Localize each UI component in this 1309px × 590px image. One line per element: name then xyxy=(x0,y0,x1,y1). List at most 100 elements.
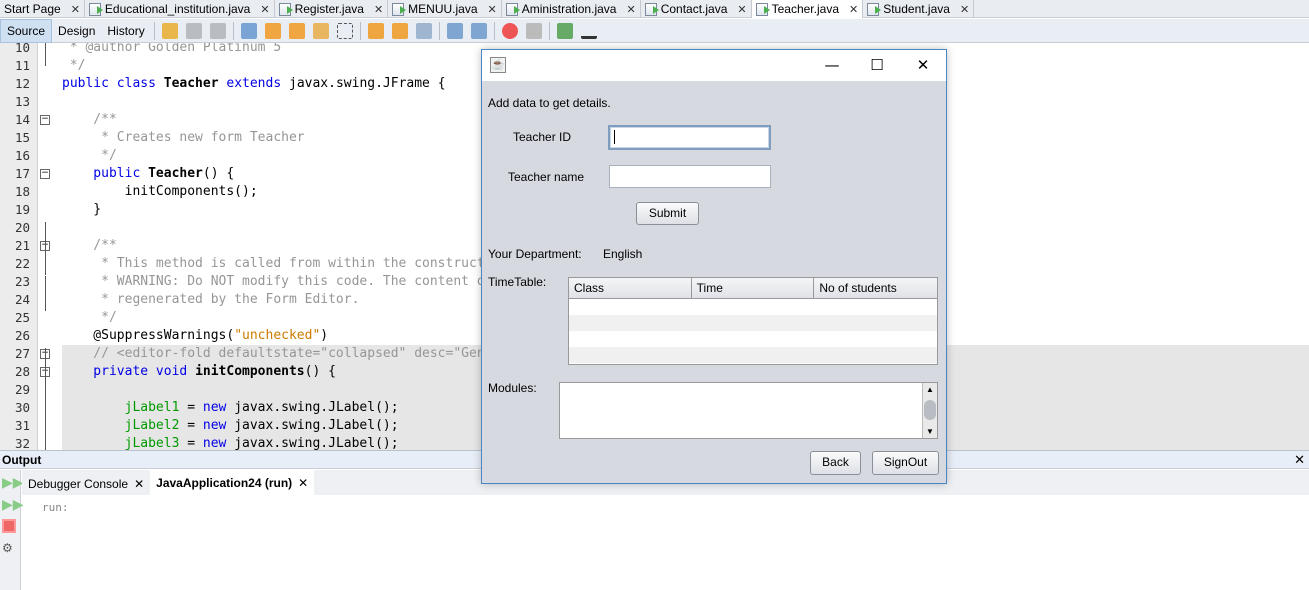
file-tab-label: Start Page xyxy=(4,2,61,16)
fold-toggle-icon[interactable]: − xyxy=(40,169,50,179)
close-icon[interactable]: ✕ xyxy=(298,476,308,490)
fold-line xyxy=(45,402,46,450)
toggle-bookmark-icon[interactable] xyxy=(415,22,432,39)
timetable-table[interactable]: Class Time No of students xyxy=(568,277,938,365)
table-row[interactable] xyxy=(569,347,937,363)
console-output: run: xyxy=(42,501,69,514)
maximize-button[interactable]: ☐ xyxy=(862,54,892,76)
scroll-down-icon[interactable]: ▼ xyxy=(926,427,934,436)
source-button[interactable]: Source xyxy=(0,18,53,43)
file-tab-label: Educational_institution.java xyxy=(104,2,251,16)
close-icon[interactable]: ✕ xyxy=(849,3,858,16)
line-number: 11 xyxy=(14,58,30,73)
code-text: private void initComponents() { xyxy=(62,364,336,379)
close-icon[interactable]: ✕ xyxy=(260,3,269,16)
file-tab[interactable]: Aministration.java ✕ xyxy=(502,0,641,18)
line-number: 32 xyxy=(14,436,30,450)
line-number: 28 xyxy=(14,364,30,379)
file-tab[interactable]: Contact.java ✕ xyxy=(641,0,752,18)
shift-left-icon[interactable] xyxy=(446,22,463,39)
modules-textarea[interactable]: ▲ ▼ xyxy=(559,382,938,439)
close-icon[interactable]: ✕ xyxy=(488,3,497,16)
table-row[interactable] xyxy=(569,331,937,347)
stop-icon[interactable] xyxy=(2,519,16,533)
close-icon[interactable]: ✕ xyxy=(374,3,383,16)
code-text: public class Teacher extends javax.swing… xyxy=(62,76,446,91)
code-text: * @author Golden Platinum 5 xyxy=(62,43,282,55)
close-icon[interactable]: ✕ xyxy=(737,3,746,16)
comment-icon[interactable] xyxy=(556,22,573,39)
column-header-class[interactable]: Class xyxy=(569,278,692,298)
find-next-icon[interactable] xyxy=(288,22,305,39)
window-titlebar: ☕ — ☐ ✕ xyxy=(482,50,946,81)
stop-macro-icon[interactable] xyxy=(525,22,542,39)
uncomment-icon[interactable] xyxy=(580,23,597,39)
close-icon[interactable]: ✕ xyxy=(134,477,144,491)
teacher-name-label: Teacher name xyxy=(508,170,585,184)
file-tab-label: Teacher.java xyxy=(771,2,839,16)
table-header: Class Time No of students xyxy=(569,278,937,299)
design-button[interactable]: Design xyxy=(52,19,101,43)
tab-label: Debugger Console xyxy=(28,477,129,491)
tab-run[interactable]: JavaApplication24 (run) ✕ xyxy=(150,470,315,495)
vertical-scrollbar[interactable]: ▲ ▼ xyxy=(922,383,937,438)
text-caret xyxy=(614,130,615,144)
column-header-students[interactable]: No of students xyxy=(814,278,937,298)
code-text: * Creates new form Teacher xyxy=(62,130,305,145)
file-tab[interactable]: Teacher.java ✕ xyxy=(751,0,864,18)
code-text: /** xyxy=(62,238,117,253)
shift-right-icon[interactable] xyxy=(470,22,487,39)
rectangular-select-icon[interactable] xyxy=(336,22,353,39)
next-bookmark-icon[interactable] xyxy=(391,22,408,39)
output-side-toolbar: ▶▶ ▶▶ ⚙ xyxy=(0,470,24,590)
java-file-icon xyxy=(644,2,659,16)
file-tab-label: Aministration.java xyxy=(521,2,617,16)
scroll-up-icon[interactable]: ▲ xyxy=(926,385,934,394)
submit-button[interactable]: Submit xyxy=(636,202,699,225)
teacher-name-input[interactable] xyxy=(609,165,771,188)
code-text: } xyxy=(62,202,102,217)
find-icon[interactable] xyxy=(240,22,257,39)
java-file-icon xyxy=(755,2,770,16)
back-icon[interactable] xyxy=(185,22,202,39)
file-tab[interactable]: Start Page ✕ xyxy=(0,0,85,18)
settings-icon[interactable]: ⚙ xyxy=(2,541,16,555)
toggle-highlight-icon[interactable] xyxy=(312,22,329,39)
signout-button[interactable]: SignOut xyxy=(872,451,939,475)
minimize-button[interactable]: — xyxy=(817,54,847,76)
code-text: public Teacher() { xyxy=(62,166,235,181)
column-header-time[interactable]: Time xyxy=(692,278,815,298)
close-icon[interactable]: ✕ xyxy=(626,3,635,16)
last-edit-icon[interactable] xyxy=(161,22,178,39)
find-previous-icon[interactable] xyxy=(264,22,281,39)
file-tab[interactable]: Student.java ✕ xyxy=(863,0,975,18)
start-macro-icon[interactable] xyxy=(501,22,518,39)
back-button[interactable]: Back xyxy=(810,451,861,475)
fold-toggle-icon[interactable]: − xyxy=(40,115,50,125)
line-number: 16 xyxy=(14,148,30,163)
tab-debugger-console[interactable]: Debugger Console ✕ xyxy=(22,473,150,495)
tab-label: JavaApplication24 (run) xyxy=(156,475,293,490)
line-number: 27 xyxy=(14,346,30,361)
rerun-icon[interactable]: ▶▶ xyxy=(2,475,24,489)
close-icon[interactable]: ✕ xyxy=(71,3,80,16)
fold-line xyxy=(45,222,46,275)
line-number: 15 xyxy=(14,130,30,145)
file-tab[interactable]: Educational_institution.java ✕ xyxy=(85,0,275,18)
table-row[interactable] xyxy=(569,315,937,331)
close-button[interactable]: ✕ xyxy=(908,54,938,76)
forward-icon[interactable] xyxy=(209,22,226,39)
previous-bookmark-icon[interactable] xyxy=(367,22,384,39)
teacher-id-input[interactable] xyxy=(608,125,771,150)
rerun-with-args-icon[interactable]: ▶▶ xyxy=(2,497,24,511)
file-tab[interactable]: Register.java ✕ xyxy=(275,0,389,18)
table-row[interactable] xyxy=(569,299,937,315)
line-number: 30 xyxy=(14,400,30,415)
code-text: */ xyxy=(62,58,86,73)
code-text: */ xyxy=(62,148,117,163)
close-icon[interactable]: ✕ xyxy=(1294,451,1305,469)
history-button[interactable]: History xyxy=(101,19,150,43)
scroll-thumb[interactable] xyxy=(924,400,936,420)
close-icon[interactable]: ✕ xyxy=(960,3,969,16)
file-tab[interactable]: MENUU.java ✕ xyxy=(388,0,502,18)
